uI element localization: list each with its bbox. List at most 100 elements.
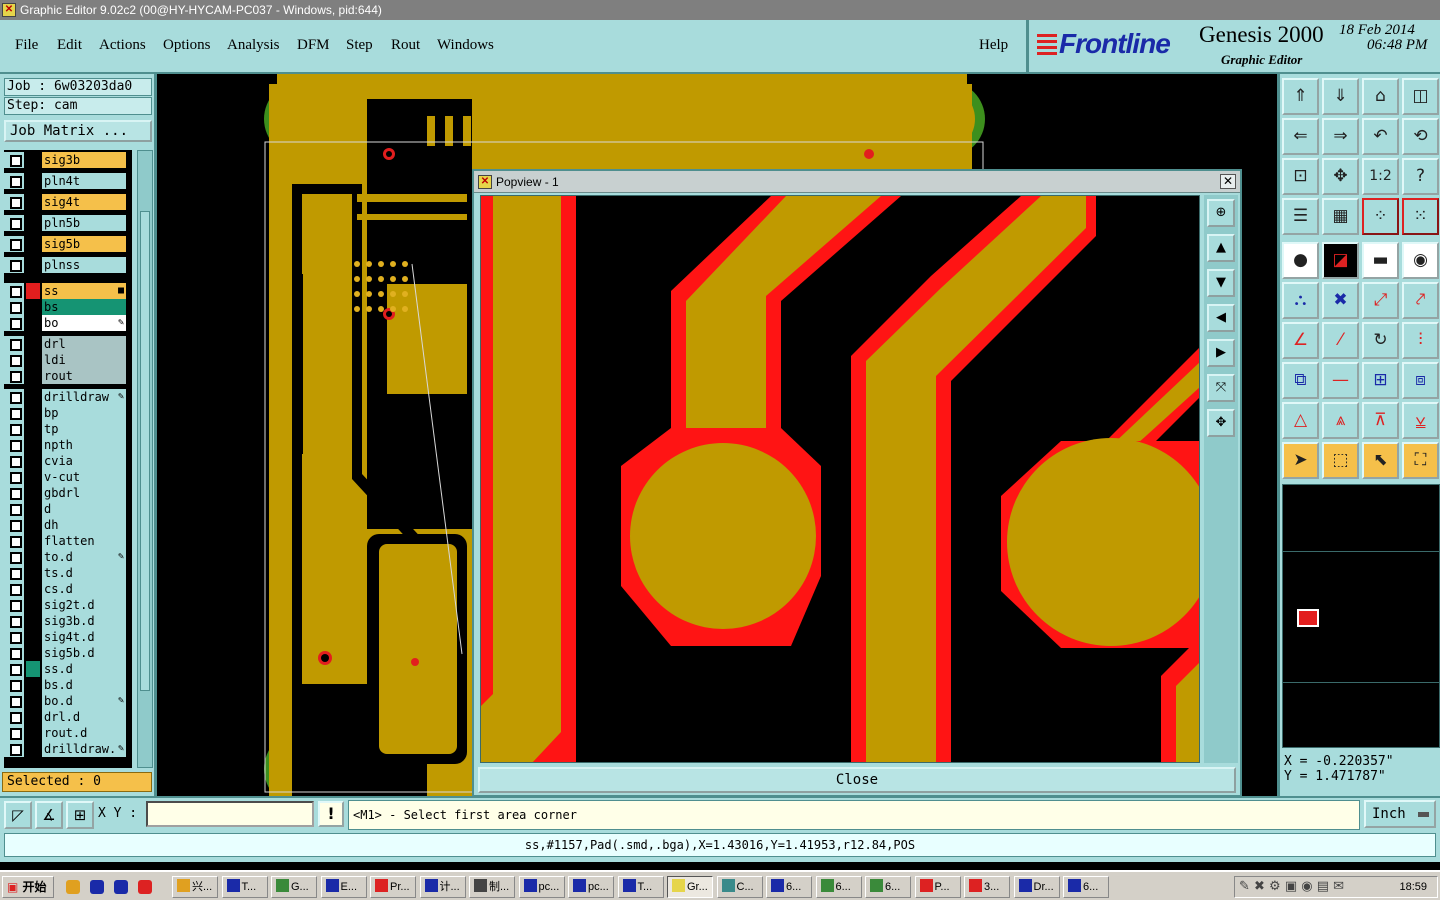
layer-color-swatch[interactable]	[26, 517, 40, 533]
layer-checkbox[interactable]	[4, 173, 24, 189]
taskbar-item[interactable]: T...	[221, 876, 268, 898]
layer-row-rout-d[interactable]: rout.d	[4, 725, 132, 741]
bbox-icon[interactable]: ⊞	[1362, 362, 1399, 399]
quick-launch-icon[interactable]	[66, 880, 80, 894]
layer-color-swatch[interactable]	[26, 645, 40, 661]
layer-row-bp[interactable]: bp	[4, 405, 132, 421]
layer-row-sig5b[interactable]: sig5b	[4, 236, 132, 252]
taskbar-item[interactable]: Pr...	[370, 876, 416, 898]
quick-launch-icon[interactable]	[90, 880, 104, 894]
layer-checkbox[interactable]	[4, 453, 24, 469]
snap-angle-icon[interactable]: ∡	[35, 801, 63, 829]
popview-zoom-home-icon[interactable]: ⤧	[1207, 374, 1235, 402]
popview-pan-up-icon[interactable]: ▲	[1207, 234, 1235, 262]
layer-color-swatch[interactable]	[26, 709, 40, 725]
taskbar-item[interactable]: 3...	[964, 876, 1010, 898]
layer-name[interactable]: sig5b	[42, 236, 126, 252]
pointer-box-icon[interactable]: ⬚	[1322, 442, 1359, 479]
arch-icon[interactable]: ⊼	[1362, 402, 1399, 439]
layer-name[interactable]: cvia	[42, 453, 126, 469]
layer-row-bo[interactable]: bo ✎	[4, 315, 132, 331]
layer-row-rout[interactable]: rout	[4, 368, 132, 384]
layer-color-swatch[interactable]	[26, 501, 40, 517]
layer-color-swatch[interactable]	[26, 661, 40, 677]
layer-name[interactable]: ts.d	[42, 565, 126, 581]
pointer-icon[interactable]: ➤	[1282, 442, 1319, 479]
layer-name[interactable]: sig3b.d	[42, 613, 126, 629]
layer-color-swatch[interactable]	[26, 389, 40, 405]
window-split-icon[interactable]: ◫	[1402, 78, 1439, 115]
layer-checkbox[interactable]	[4, 645, 24, 661]
quick-launch-icon[interactable]	[114, 880, 128, 894]
taskbar-item[interactable]: 6...	[865, 876, 911, 898]
layer-name[interactable]: bs.d	[42, 677, 126, 693]
popview-pan-left-icon[interactable]: ◀	[1207, 304, 1235, 332]
horizontal-line-icon[interactable]: —	[1322, 362, 1359, 399]
layer-checkbox[interactable]	[4, 613, 24, 629]
layer-checkbox[interactable]	[4, 565, 24, 581]
layer-name[interactable]: flatten	[42, 533, 126, 549]
measure-icon[interactable]: ▬	[1362, 242, 1399, 279]
layer-row-drilldraw[interactable]: drilldraw ✎	[4, 389, 132, 405]
layer-name[interactable]: drilldraw ✎	[42, 389, 126, 405]
job-matrix-button[interactable]: Job Matrix ...	[4, 120, 152, 142]
grid-icon[interactable]: ▦	[1322, 198, 1359, 235]
undo-zoom-icon[interactable]: ↶	[1362, 118, 1399, 155]
layer-row-bs-d[interactable]: bs.d	[4, 677, 132, 693]
layer-name[interactable]: dh	[42, 517, 126, 533]
layer-row-plnss[interactable]: plnss	[4, 257, 132, 273]
layer-row-sig3b-d[interactable]: sig3b.d	[4, 613, 132, 629]
layer-color-swatch[interactable]	[26, 565, 40, 581]
layer-checkbox[interactable]	[4, 389, 24, 405]
popview-close-icon[interactable]: ✕	[1220, 174, 1236, 189]
layer-row-cs-d[interactable]: cs.d	[4, 581, 132, 597]
layer-checkbox[interactable]	[4, 709, 24, 725]
arc-icon[interactable]: ↻	[1362, 322, 1399, 359]
layer-row-drilldraw-[interactable]: drilldraw. ✎	[4, 741, 132, 757]
layer-checkbox[interactable]	[4, 693, 24, 709]
start-button[interactable]: ▣ 开始	[2, 876, 54, 898]
layer-color-swatch[interactable]	[26, 194, 40, 210]
popview-zoom-fit-icon[interactable]: ✥	[1207, 409, 1235, 437]
taskbar-item[interactable]: 6...	[766, 876, 812, 898]
layer-name[interactable]: drilldraw. ✎	[42, 741, 126, 757]
text-edit-icon[interactable]: ⫶	[1402, 322, 1439, 359]
layer-checkbox[interactable]	[4, 405, 24, 421]
snap-grid-icon[interactable]: ⊞	[66, 801, 94, 829]
menu-dfm[interactable]: DFM	[297, 37, 330, 54]
layer-checkbox[interactable]	[4, 501, 24, 517]
layer-row-ts-d[interactable]: ts.d	[4, 565, 132, 581]
add-polyline-icon[interactable]: ⛬	[1282, 282, 1319, 319]
layer-checkbox[interactable]	[4, 236, 24, 252]
layer-color-swatch[interactable]	[26, 152, 40, 168]
layer-row-d[interactable]: d	[4, 501, 132, 517]
layer-row-tp[interactable]: tp	[4, 421, 132, 437]
angle-icon[interactable]: ∠	[1282, 322, 1319, 359]
layer-row-bs[interactable]: bs	[4, 299, 132, 315]
line-edit-icon[interactable]: ⤢	[1362, 282, 1399, 319]
menu-rout[interactable]: Rout	[391, 37, 420, 54]
menu-analysis[interactable]: Analysis	[227, 37, 280, 54]
layer-name[interactable]: sig3b	[42, 152, 126, 168]
scrollbar-thumb[interactable]	[140, 211, 150, 691]
snap-off-icon[interactable]: ⁙	[1402, 198, 1439, 235]
layer-checkbox[interactable]	[4, 257, 24, 273]
layer-row-gbdrl[interactable]: gbdrl	[4, 485, 132, 501]
select-pads-icon[interactable]: ⧉	[1282, 362, 1319, 399]
layer-color-swatch[interactable]	[26, 725, 40, 741]
line-node-icon[interactable]: ⤤	[1402, 282, 1439, 319]
layer-checkbox[interactable]	[4, 368, 24, 384]
layer-name[interactable]: ldi	[42, 352, 126, 368]
layer-color-swatch[interactable]	[26, 597, 40, 613]
layer-color-swatch[interactable]	[26, 437, 40, 453]
layer-name[interactable]: sig4t	[42, 194, 126, 210]
layer-row-to-d[interactable]: to.d ✎	[4, 549, 132, 565]
zoom-center-icon[interactable]: ✥	[1322, 158, 1359, 195]
layer-checkbox[interactable]	[4, 194, 24, 210]
triangle-icon[interactable]: △	[1282, 402, 1319, 439]
overview-map[interactable]	[1282, 484, 1440, 748]
layer-color-swatch[interactable]	[26, 613, 40, 629]
taskbar-item[interactable]: Dr...	[1013, 876, 1060, 898]
layer-row-npth[interactable]: npth	[4, 437, 132, 453]
redraw-icon[interactable]: ⟲	[1402, 118, 1439, 155]
